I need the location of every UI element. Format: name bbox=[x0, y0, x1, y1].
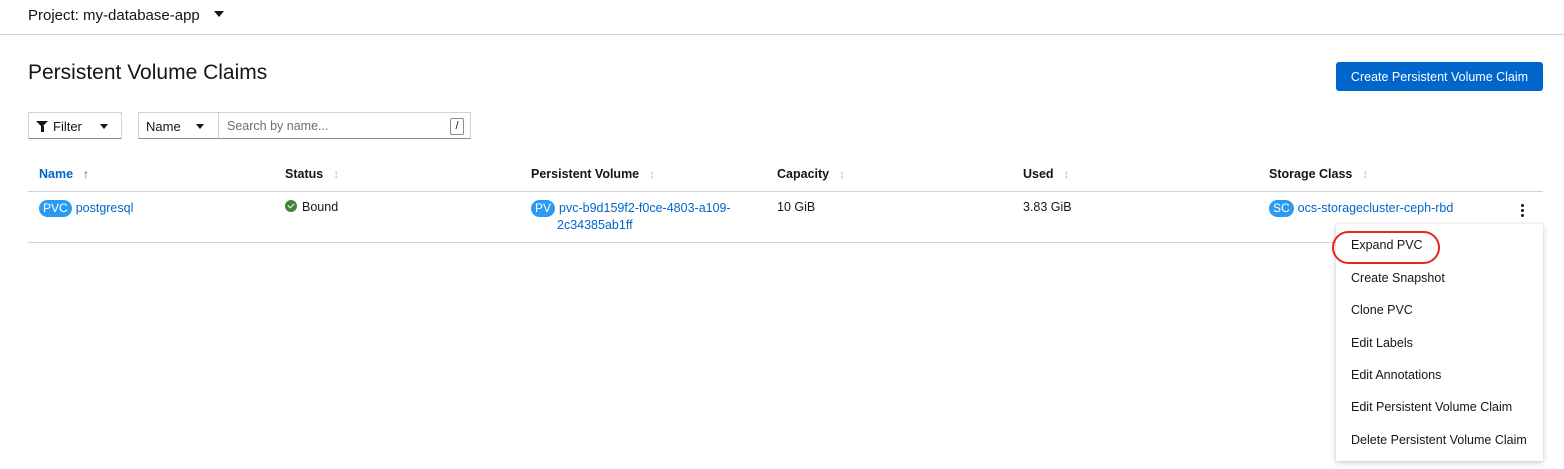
caret-down-icon bbox=[100, 124, 108, 129]
filter-label: Filter bbox=[53, 119, 82, 134]
pvc-badge: PVC bbox=[39, 200, 72, 217]
column-header-label: Storage Class bbox=[1269, 167, 1353, 181]
storage-class-link[interactable]: ocs-storagecluster-ceph-rbd bbox=[1298, 201, 1454, 215]
column-header-capacity[interactable]: Capacity ↕ bbox=[777, 167, 845, 181]
column-header-name[interactable]: Name ↑ bbox=[39, 167, 89, 181]
sort-icon: ↕ bbox=[1362, 167, 1369, 181]
filter-type-label: Name bbox=[146, 119, 181, 134]
keyboard-shortcut-hint: / bbox=[450, 118, 464, 135]
sort-icon: ↕ bbox=[839, 167, 846, 181]
filter-type-select[interactable]: Name bbox=[138, 112, 219, 139]
column-header-label: Capacity bbox=[777, 167, 830, 181]
column-header-label: Name bbox=[39, 167, 74, 181]
status-cell: Bound bbox=[285, 200, 338, 214]
column-header-used[interactable]: Used ↕ bbox=[1023, 167, 1070, 181]
persistent-volume-cell-continued: 2c34385ab1ff bbox=[557, 218, 633, 232]
capacity-cell: 10 GiB bbox=[777, 200, 816, 214]
page-title: Persistent Volume Claims bbox=[28, 61, 268, 84]
menu-item-edit-labels[interactable]: Edit Labels bbox=[1351, 336, 1413, 350]
pv-badge: PV bbox=[531, 200, 556, 217]
storage-class-cell: SC ocs-storagecluster-ceph-rbd bbox=[1269, 200, 1453, 217]
sort-ascending-icon: ↑ bbox=[83, 167, 90, 181]
column-header-status[interactable]: Status ↕ bbox=[285, 167, 339, 181]
kebab-menu-icon[interactable] bbox=[1517, 203, 1527, 219]
pvc-name-link[interactable]: postgresql bbox=[76, 201, 134, 215]
menu-item-create-snapshot[interactable]: Create Snapshot bbox=[1351, 271, 1445, 285]
column-header-label: Status bbox=[285, 167, 324, 181]
pv-link[interactable]: pvc-b9d159f2-f0ce-4803-a109- bbox=[559, 201, 731, 215]
menu-item-expand-pvc[interactable]: Expand PVC bbox=[1351, 238, 1423, 252]
search-input[interactable] bbox=[227, 117, 442, 135]
filter-button[interactable]: Filter bbox=[28, 112, 122, 139]
menu-item-edit-annotations[interactable]: Edit Annotations bbox=[1351, 368, 1441, 382]
used-cell: 3.83 GiB bbox=[1023, 200, 1072, 214]
menu-item-edit-pvc[interactable]: Edit Persistent Volume Claim bbox=[1351, 400, 1512, 414]
column-header-label: Persistent Volume bbox=[531, 167, 640, 181]
top-bar: Project: my-database-app bbox=[0, 0, 1564, 35]
create-pvc-button[interactable]: Create Persistent Volume Claim bbox=[1336, 62, 1543, 91]
sort-icon: ↕ bbox=[333, 167, 340, 181]
column-header-storage-class[interactable]: Storage Class ↕ bbox=[1269, 167, 1368, 181]
project-selector[interactable]: Project: my-database-app bbox=[28, 7, 224, 24]
column-header-label: Used bbox=[1023, 167, 1054, 181]
caret-down-icon bbox=[196, 124, 204, 129]
menu-item-delete-pvc[interactable]: Delete Persistent Volume Claim bbox=[1351, 433, 1527, 447]
caret-down-icon bbox=[213, 11, 224, 17]
project-label: Project: my-database-app bbox=[28, 7, 200, 24]
persistent-volume-cell: PV pvc-b9d159f2-f0ce-4803-a109- bbox=[531, 200, 731, 217]
sort-icon: ↕ bbox=[1063, 167, 1070, 181]
pvc-name-cell: PVC postgresql bbox=[39, 200, 133, 217]
pv-link-continued[interactable]: 2c34385ab1ff bbox=[557, 218, 633, 232]
sc-badge: SC bbox=[1269, 200, 1294, 217]
column-header-persistent-volume[interactable]: Persistent Volume ↕ bbox=[531, 167, 655, 181]
menu-item-clone-pvc[interactable]: Clone PVC bbox=[1351, 303, 1413, 317]
check-circle-icon bbox=[285, 200, 297, 212]
sort-icon: ↕ bbox=[649, 167, 656, 181]
search-field: / bbox=[219, 112, 471, 139]
filter-icon bbox=[36, 121, 48, 132]
actions-menu: Expand PVC Create Snapshot Clone PVC Edi… bbox=[1332, 224, 1543, 461]
table-header-divider bbox=[28, 191, 1543, 192]
table-row-divider bbox=[28, 242, 1543, 243]
status-text: Bound bbox=[302, 200, 339, 214]
